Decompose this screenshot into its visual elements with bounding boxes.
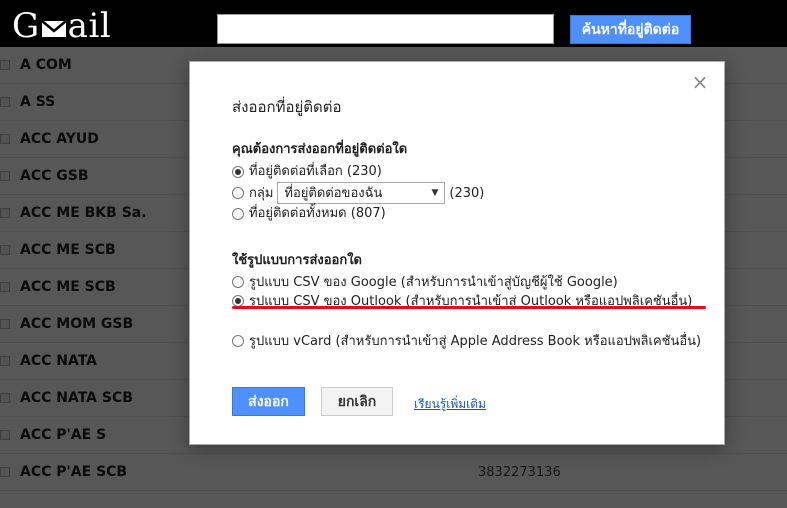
- dialog-title: ส่งออกที่อยู่ติดต่อ: [232, 98, 342, 116]
- chevron-down-icon: ▼: [431, 187, 439, 198]
- option-all-contacts[interactable]: ที่อยู่ติดต่อทั้งหมด (807): [232, 204, 386, 223]
- option-group-label: กลุ่ม: [249, 185, 274, 201]
- option-vcard-label: รูปแบบ vCard (สำหรับการนำเข้าสู่ Apple A…: [249, 334, 702, 349]
- export-button[interactable]: ส่งออก: [232, 387, 305, 416]
- radio-selected-contacts[interactable]: [232, 165, 244, 178]
- group-select-value: ที่อยู่ติดต่อของฉัน: [284, 185, 383, 201]
- radio-google-csv[interactable]: [232, 276, 244, 288]
- option-selected-contacts-label: ที่อยู่ติดต่อที่เลือก (230): [249, 164, 382, 179]
- option-selected-contacts[interactable]: ที่อยู่ติดต่อที่เลือก (230): [232, 162, 382, 181]
- highlight-underline: [232, 306, 706, 309]
- export-format-label: ใช้รูปแบบการส่งออกใด: [232, 253, 362, 268]
- top-bar: Gail ค้นหาที่อยู่ติดต่อ: [0, 0, 787, 47]
- logo-letters-ail: ail: [67, 6, 112, 46]
- option-all-contacts-label: ที่อยู่ติดต่อทั้งหมด (807): [249, 206, 386, 221]
- group-count: (230): [449, 185, 485, 201]
- logo-letter-g: G: [12, 6, 40, 46]
- envelope-icon: [40, 8, 67, 37]
- group-select[interactable]: ที่อยู่ติดต่อของฉัน ▼: [277, 182, 446, 204]
- gmail-logo[interactable]: Gail: [12, 6, 111, 46]
- close-icon[interactable]: ×: [690, 72, 710, 92]
- export-contacts-dialog: × ส่งออกที่อยู่ติดต่อ คุณต้องการส่งออกที…: [189, 61, 725, 445]
- option-google-csv-label: รูปแบบ CSV ของ Google (สำหรับการนำเข้าสู…: [249, 275, 618, 290]
- cancel-button[interactable]: ยกเลิก: [321, 387, 393, 416]
- radio-group[interactable]: [232, 187, 244, 199]
- learn-more-link[interactable]: เรียนรู้เพิ่มเติม: [414, 395, 486, 414]
- radio-vcard[interactable]: [232, 335, 244, 347]
- option-google-csv[interactable]: รูปแบบ CSV ของ Google (สำหรับการนำเข้าสู…: [232, 273, 702, 292]
- which-contacts-label: คุณต้องการส่งออกที่อยู่ติดต่อใด: [232, 142, 408, 157]
- search-input[interactable]: [217, 14, 554, 44]
- radio-all-contacts[interactable]: [232, 207, 244, 220]
- search-contacts-button[interactable]: ค้นหาที่อยู่ติดต่อ: [570, 15, 691, 44]
- option-vcard[interactable]: รูปแบบ vCard (สำหรับการนำเข้าสู่ Apple A…: [232, 332, 702, 351]
- option-group[interactable]: กลุ่ม ที่อยู่ติดต่อของฉัน ▼ (230): [232, 182, 484, 204]
